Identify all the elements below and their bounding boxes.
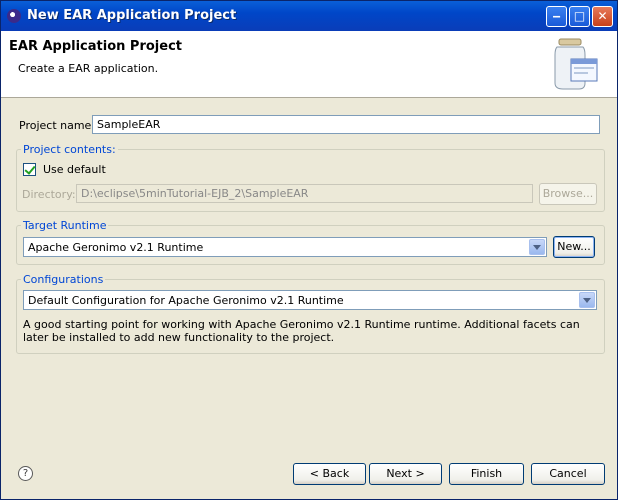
- title-bar[interactable]: New EAR Application Project ‒ □ ✕: [1, 1, 617, 32]
- banner-description: Create a EAR application.: [18, 62, 159, 75]
- wizard-window: New EAR Application Project ‒ □ ✕ EAR Ap…: [0, 0, 618, 500]
- banner-title: EAR Application Project: [9, 39, 182, 54]
- window-title: New EAR Application Project: [27, 8, 237, 23]
- project-name-input[interactable]: SampleEAR: [92, 115, 600, 134]
- cancel-button[interactable]: Cancel: [531, 463, 605, 485]
- next-button[interactable]: Next >: [369, 463, 442, 485]
- configurations-label: Configurations: [21, 273, 106, 286]
- project-name-label: Project name:: [19, 119, 96, 132]
- wizard-banner: EAR Application Project Create a EAR app…: [1, 31, 617, 98]
- project-contents-label: Project contents:: [21, 143, 118, 156]
- configuration-combo[interactable]: Default Configuration for Apache Geronim…: [23, 290, 597, 310]
- minimize-button[interactable]: ‒: [546, 6, 567, 27]
- chevron-down-icon[interactable]: [579, 292, 595, 308]
- target-runtime-value: Apache Geronimo v2.1 Runtime: [28, 241, 204, 254]
- new-runtime-button[interactable]: New...: [553, 236, 595, 258]
- directory-input: D:\eclipse\5minTutorial-EJB_2\SampleEAR: [76, 184, 533, 203]
- use-default-label: Use default: [43, 163, 106, 176]
- eclipse-icon: [7, 9, 21, 23]
- use-default-checkbox[interactable]: [23, 163, 36, 176]
- target-runtime-label: Target Runtime: [21, 219, 109, 232]
- jar-wizard-icon: [554, 38, 598, 90]
- configuration-value: Default Configuration for Apache Geronim…: [28, 294, 344, 307]
- maximize-button[interactable]: □: [569, 6, 590, 27]
- directory-label: Directory:: [22, 188, 76, 201]
- chevron-down-icon[interactable]: [529, 239, 545, 255]
- back-button[interactable]: < Back: [293, 463, 366, 485]
- close-button[interactable]: ✕: [592, 6, 613, 27]
- finish-button[interactable]: Finish: [449, 463, 524, 485]
- configuration-description: A good starting point for working with A…: [23, 318, 580, 344]
- target-runtime-combo[interactable]: Apache Geronimo v2.1 Runtime: [23, 237, 547, 257]
- browse-button: Browse...: [539, 183, 597, 205]
- help-icon[interactable]: ?: [18, 466, 33, 481]
